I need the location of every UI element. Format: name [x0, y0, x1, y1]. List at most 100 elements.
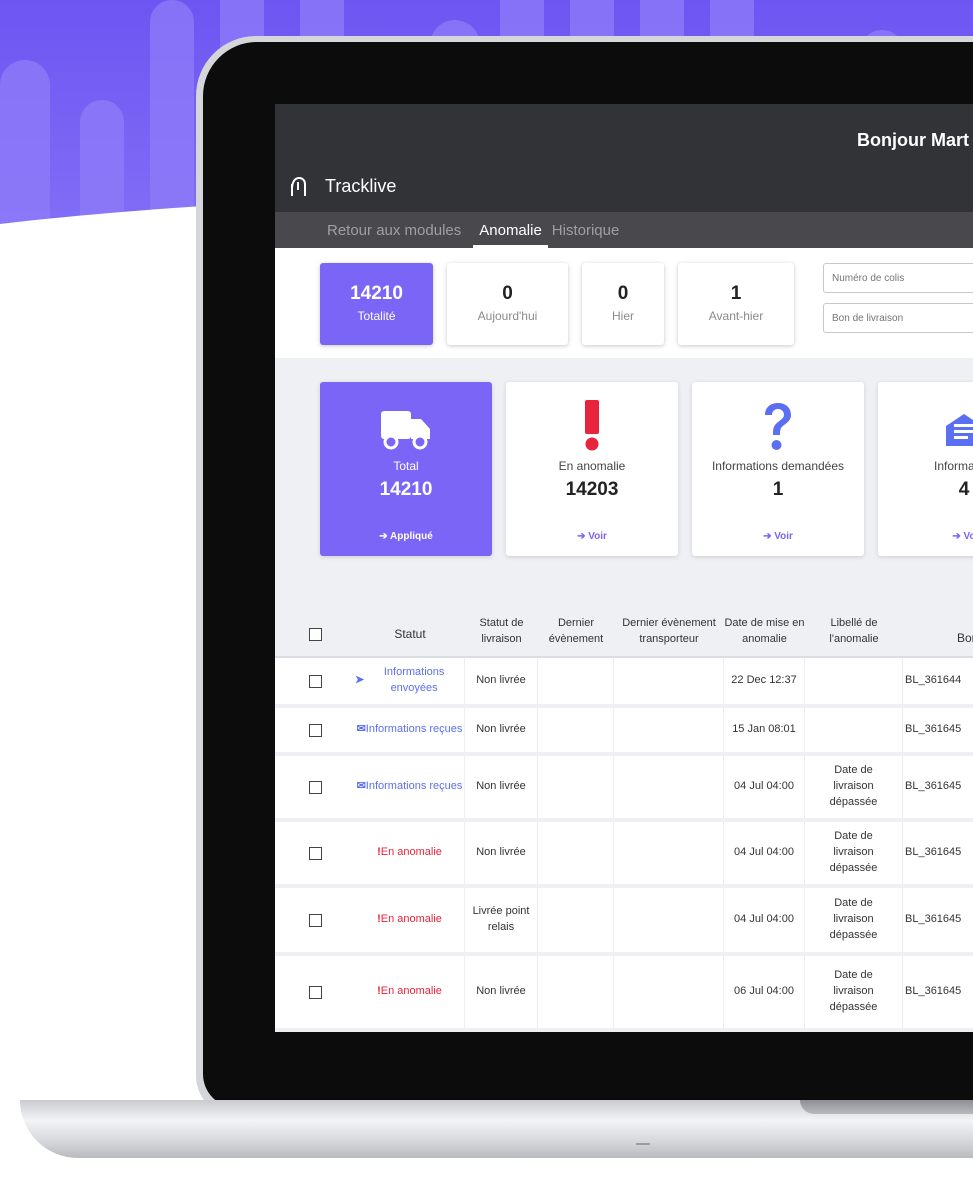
truck-icon — [381, 411, 430, 450]
row-checkbox[interactable] — [308, 985, 322, 999]
row-status-label: Informations reçues — [365, 723, 463, 736]
table-row[interactable]: ➤ Informations envoyées Non livrée 22 Dec … — [275, 658, 973, 708]
row-last-carrier-event — [614, 888, 724, 952]
nav-anomalie[interactable]: Anomalie — [473, 222, 548, 248]
row-status-label: En anomalie — [380, 913, 442, 926]
counter-value: 0 — [617, 283, 629, 304]
row-select-cell — [275, 822, 355, 884]
counter-avant-hier[interactable]: 1 Avant-hier — [678, 263, 794, 345]
row-checkbox[interactable] — [308, 780, 322, 794]
row-delivery-status: Livrée point relais — [465, 888, 538, 952]
brand-name: Tracklive — [325, 175, 397, 196]
row-anomaly-date: 04 Jul 04:00 — [724, 888, 805, 952]
row-status[interactable]: ! En anomalie — [355, 956, 465, 1028]
greeting-text: Bonjour Mart — [857, 130, 969, 150]
row-anomaly-date: 06 Jul 04:00 — [724, 956, 805, 1028]
row-checkbox[interactable] — [308, 846, 322, 860]
nav-back-to-modules[interactable]: Retour aux modules — [327, 222, 467, 248]
row-anomaly-label: Date de livraison dépassée — [805, 956, 903, 1028]
row-anomaly-date: 04 Jul 04:00 — [724, 822, 805, 884]
counter-label: Avant-hier — [708, 309, 764, 323]
card-value: 4 — [958, 479, 970, 500]
card-value: 14203 — [565, 479, 619, 500]
tracklive-logo-icon — [291, 176, 306, 196]
header-statut[interactable]: Statut — [355, 580, 465, 658]
row-checkbox[interactable] — [308, 913, 322, 927]
select-all-checkbox[interactable] — [308, 627, 322, 641]
table-row[interactable]: ✉ Informations reçues Non livrée 04 Jul 04… — [275, 756, 973, 822]
row-select-cell — [275, 708, 355, 752]
select-all-cell — [275, 580, 355, 658]
counter-value: 0 — [502, 283, 513, 304]
card-view-link[interactable]: ➔ Vo — [878, 531, 973, 542]
mail-icon — [946, 414, 973, 446]
row-delivery-note: BL_361645 — [905, 846, 962, 859]
app-screen: Bonjour Mart Tracklive Retour aux module… — [275, 104, 973, 1032]
row-anomaly-label — [805, 658, 903, 704]
nav-historique[interactable]: Historique — [552, 222, 626, 248]
row-delivery-note: BL_361645 — [905, 985, 962, 998]
card-en-anomalie[interactable]: En anomalie 14203 ➔ Voir — [506, 382, 678, 556]
counter-label: Totalité — [357, 309, 396, 323]
header-dernier-evenement-transporteur[interactable]: Dernier évènement transporteur — [614, 580, 724, 658]
table-row[interactable]: ✉ Informations reçues Non livrée 15 Jan 08… — [275, 708, 973, 756]
row-last-event — [538, 708, 614, 752]
counter-aujourdhui[interactable]: 0 Aujourd'hui — [447, 263, 568, 345]
row-last-event — [538, 658, 614, 704]
row-anomaly-date: 04 Jul 04:00 — [724, 756, 805, 818]
row-status-label: En anomalie — [380, 985, 442, 998]
row-last-carrier-event — [614, 708, 724, 752]
header-libelle-anomalie[interactable]: Libellé de l'anomalie — [805, 580, 903, 658]
header-date-mise-anomalie[interactable]: Date de mise en anomalie — [724, 580, 805, 658]
row-status[interactable]: ✉ Informations reçues — [355, 708, 465, 752]
row-delivery-note: BL_361644 — [905, 674, 962, 687]
row-anomaly-date: 22 Dec 12:37 — [724, 658, 805, 704]
module-nav: Retour aux modules Anomalie Historique — [275, 212, 973, 248]
row-delivery-note: BL_361645 — [905, 723, 962, 736]
row-checkbox[interactable] — [308, 723, 322, 737]
counter-hier[interactable]: 0 Hier — [582, 263, 664, 345]
card-view-link[interactable]: ➔ Voir — [506, 531, 678, 542]
card-view-link[interactable]: ➔ Voir — [692, 531, 864, 542]
card-applied-link[interactable]: ➔ Appliqué — [320, 531, 492, 542]
table-header: Statut Statut de livraison Dernier évène… — [275, 580, 973, 658]
table-body: ➤ Informations envoyées Non livrée 22 Dec … — [275, 658, 973, 1032]
row-status[interactable]: ➤ Informations envoyées — [355, 658, 465, 704]
row-anomaly-label — [805, 708, 903, 752]
row-last-carrier-event — [614, 658, 724, 704]
row-status[interactable]: ! En anomalie — [355, 822, 465, 884]
card-total[interactable]: Total 14210 ➔ Appliqué — [320, 382, 492, 556]
row-last-carrier-event — [614, 956, 724, 1028]
row-last-carrier-event — [614, 822, 724, 884]
counter-bar: 14210 Totalité 0 Aujourd'hui 0 Hier 1 Av… — [275, 248, 973, 358]
counter-totalite[interactable]: 14210 Totalité — [320, 263, 433, 345]
row-select-cell — [275, 658, 355, 704]
row-status[interactable]: ! En anomalie — [355, 888, 465, 952]
row-status[interactable]: ✉ Informations reçues — [355, 756, 465, 818]
header-bon-livraison[interactable]: Bon c — [903, 580, 973, 658]
delivery-note-input[interactable] — [823, 303, 973, 333]
brand[interactable]: Tracklive — [289, 174, 396, 198]
card-informations-demandees[interactable]: Informations demandées 1 ➔ Voir — [692, 382, 864, 556]
counter-value: 14210 — [350, 283, 403, 304]
row-anomaly-label: Date de livraison dépassée — [805, 888, 903, 952]
header-dernier-evenement[interactable]: Dernier évènement — [538, 580, 614, 658]
parcel-number-input[interactable] — [823, 263, 973, 293]
card-informations[interactable]: Information 4 ➔ Vo — [878, 382, 973, 556]
table-row[interactable]: ! En anomalie Livrée point relais 04 Jul 0… — [275, 888, 973, 956]
row-delivery-status: Non livrée — [465, 658, 538, 704]
table-row[interactable]: ! En anomalie Non livrée 04 Jul 04:00 Date … — [275, 822, 973, 888]
row-last-event — [538, 822, 614, 884]
table-row[interactable]: ! En anomalie Non livrée 06 Jul 04:00 Date … — [275, 956, 973, 1032]
row-delivery-status: Non livrée — [465, 708, 538, 752]
row-checkbox[interactable] — [308, 674, 322, 688]
header-statut-livraison[interactable]: Statut de livraison — [465, 580, 538, 658]
card-label: Informations demandées — [711, 459, 845, 473]
counter-label: Aujourd'hui — [477, 309, 538, 323]
row-last-event — [538, 756, 614, 818]
counter-label: Hier — [611, 309, 634, 323]
row-status-label: Informations envoyées — [383, 666, 445, 694]
laptop-indicator — [636, 1143, 650, 1145]
row-select-cell — [275, 756, 355, 818]
row-select-cell — [275, 888, 355, 952]
